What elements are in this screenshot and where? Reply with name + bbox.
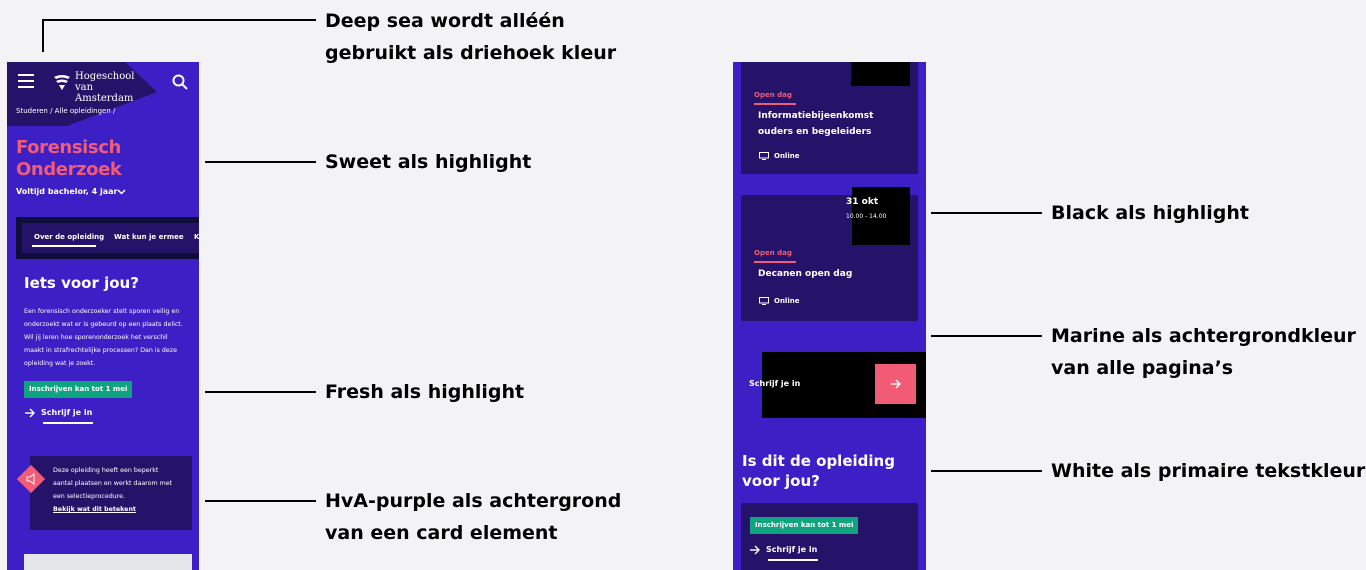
page-title: Forensisch Onderzoek xyxy=(16,137,122,181)
annotation-marine-line1: Marine als achtergrondkleur xyxy=(1051,325,1356,347)
event-label-underline-2 xyxy=(754,261,796,263)
notice-link[interactable]: Bekijk wat dit betekent xyxy=(53,503,172,516)
event-location-1: Online xyxy=(774,152,800,160)
hva-logo[interactable]: Hogeschool van Amsterdam xyxy=(53,71,148,104)
pointer-line-deep-sea-vertical xyxy=(42,19,44,52)
enroll-deadline-badge: Inschrijven kan tot 1 mei xyxy=(750,517,859,534)
event-date-2: 31 okt xyxy=(846,197,879,207)
notice-card: Deze opleiding heeft een beperkt aantal … xyxy=(30,456,192,530)
intro-line: opleiding wat je zoekt. xyxy=(24,360,96,367)
megaphone-icon xyxy=(26,473,35,485)
event-title-1-line2: ouders en begeleiders xyxy=(758,127,872,137)
photo-placeholder xyxy=(24,554,192,570)
enroll-link[interactable]: Schrijf je in xyxy=(766,545,817,554)
chevron-down-icon[interactable] xyxy=(117,187,126,196)
event-label-1: Open dag xyxy=(754,91,792,99)
tab-wat-kun-je-ermee[interactable]: Wat kun je ermee xyxy=(114,233,184,241)
enroll-link-underline xyxy=(768,559,818,561)
enroll-link[interactable]: Schrijf je in xyxy=(41,408,92,417)
tab-bar-inner: Over de opleiding Wat kun je ermee Ko xyxy=(22,223,199,253)
intro-line: Een forensisch onderzoeker stelt sporen … xyxy=(24,308,180,315)
pointer-line-sweet xyxy=(205,161,316,163)
page-title-line2: Onderzoek xyxy=(16,159,122,180)
date-box-1 xyxy=(851,62,910,86)
logo-line1: Hogeschool xyxy=(75,71,135,82)
menu-icon[interactable] xyxy=(18,74,34,88)
search-icon[interactable] xyxy=(172,74,188,90)
event-title-2: Decanen open dag xyxy=(758,269,853,279)
pointer-line-deep-sea xyxy=(42,19,316,21)
intro-paragraph: Een forensisch onderzoeker stelt sporen … xyxy=(24,305,183,370)
notice-line: Deze opleiding heeft een beperkt xyxy=(53,467,159,474)
monitor-icon xyxy=(759,152,769,160)
enroll-link-underline xyxy=(43,422,93,424)
notice-line: aantal plaatsen en werkt daarom met xyxy=(53,480,173,487)
phone-screen-program-page: Hogeschool van Amsterdam Studeren / Alle… xyxy=(7,62,199,570)
annotation-purple-line1: HvA-purple als achtergrond xyxy=(325,490,622,512)
tab-ko[interactable]: Ko xyxy=(194,233,199,241)
intro-line: maakt in strafrechtelijke processen? Dan… xyxy=(24,347,177,354)
page-title-line1: Forensisch xyxy=(16,137,121,158)
pointer-line-black xyxy=(931,212,1042,214)
annotation-deep-sea-line1: Deep sea wordt alléén xyxy=(325,10,565,32)
section-heading: Iets voor jou? xyxy=(24,274,139,292)
annotation-fresh: Fresh als highlight xyxy=(325,381,525,403)
arrow-right-icon xyxy=(750,545,760,555)
pointer-line-purple xyxy=(205,500,316,502)
program-type-select[interactable]: Voltijd bachelor, 4 jaar xyxy=(16,187,117,196)
enroll-deadline-badge: Inschrijven kan tot 1 mei xyxy=(24,381,133,398)
breadcrumb[interactable]: Studeren / Alle opleidingen / xyxy=(16,107,115,115)
event-title-1: Informatiebijeenkomst ouders en begeleid… xyxy=(758,108,873,140)
event-label-2: Open dag xyxy=(754,249,792,257)
annotation-marine-line2: van alle pagina’s xyxy=(1051,357,1234,379)
enroll-block-label: Schrijf je in xyxy=(749,379,801,388)
pointer-line-marine xyxy=(931,335,1042,337)
section-heading: Is dit de opleiding voor jou? xyxy=(742,451,895,491)
tab-over-de-opleiding[interactable]: Over de opleiding xyxy=(34,233,104,241)
annotation-purple-line2: van een card element xyxy=(325,522,558,544)
annotation-white: White als primaire tekstkleur xyxy=(1051,460,1366,482)
annotation-sweet: Sweet als highlight xyxy=(325,151,532,173)
monitor-icon xyxy=(759,297,769,305)
event-time-2: 10.00 - 14.00 xyxy=(846,213,887,220)
phone-screen-events-page: Open dag Informatiebijeenkomst ouders en… xyxy=(733,62,926,570)
notice-line: een selectieprocedure. xyxy=(53,493,126,500)
event-location-2: Online xyxy=(774,297,800,305)
section-heading-line1: Is dit de opleiding xyxy=(742,452,895,470)
pointer-line-fresh xyxy=(205,391,316,393)
event-label-underline-1 xyxy=(754,103,796,105)
notice-text: Deze opleiding heeft een beperkt aantal … xyxy=(53,464,172,516)
active-tab-indicator xyxy=(32,245,96,247)
logo-line2: van Amsterdam xyxy=(75,82,134,104)
annotation-black: Black als highlight xyxy=(1051,202,1249,224)
pointer-line-white xyxy=(931,470,1042,472)
logo-text: Hogeschool van Amsterdam xyxy=(75,71,148,104)
intro-line: onderzoekt wat er is gebeurd op een plaa… xyxy=(24,321,183,328)
arrow-right-icon xyxy=(891,379,901,389)
logo-mark-icon xyxy=(54,75,70,90)
tab-bar: Over de opleiding Wat kun je ermee Ko xyxy=(16,217,199,259)
intro-line: Wil jij leren hoe sporenonderzoek het ve… xyxy=(24,334,168,341)
arrow-right-icon xyxy=(25,408,35,418)
event-title-1-line1: Informatiebijeenkomst xyxy=(758,111,874,121)
section-heading-line2: voor jou? xyxy=(742,472,820,490)
annotation-deep-sea-line2: gebruikt als driehoek kleur xyxy=(325,42,617,64)
